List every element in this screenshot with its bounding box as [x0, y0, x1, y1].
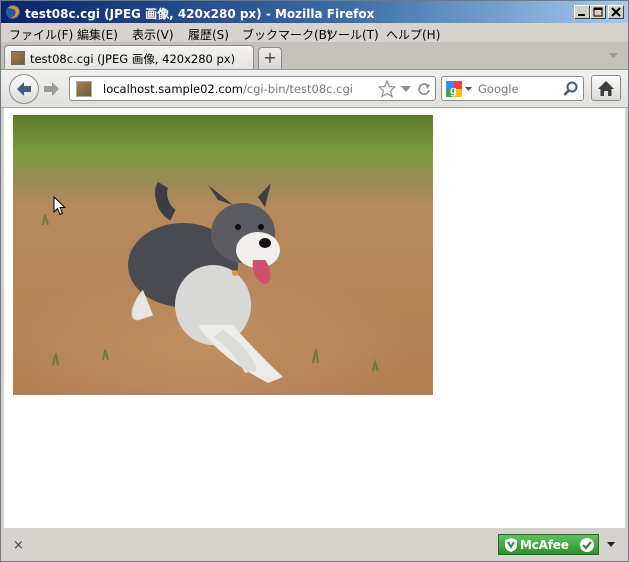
page-content: [4, 108, 625, 528]
menu-tools[interactable]: ツール(T): [326, 26, 379, 43]
browser-window: test08c.cgi (JPEG 画像, 420x280 px) - Mozi…: [0, 0, 629, 562]
firefox-icon: [6, 5, 20, 19]
minimize-button[interactable]: [574, 5, 590, 19]
tab-active[interactable]: test08c.cgi (JPEG 画像, 420x280 px): [4, 45, 254, 69]
mcafee-button[interactable]: McAfee: [498, 534, 599, 555]
url-path: /cgi-bin/test08c.cgi: [242, 82, 353, 96]
menu-file[interactable]: ファイル(F): [9, 26, 73, 43]
mcafee-shield-icon: [505, 538, 517, 552]
maximize-button[interactable]: [590, 5, 606, 19]
navigation-bar: localhost.sample02.com/cgi-bin/test08c.c…: [1, 70, 628, 108]
home-icon: [598, 81, 614, 96]
tab-title: test08c.cgi (JPEG 画像, 420x280 px): [30, 52, 236, 66]
search-box[interactable]: g Google: [441, 76, 584, 101]
menu-edit[interactable]: 編集(E): [77, 26, 118, 43]
mcafee-dropdown-icon[interactable]: [607, 542, 615, 547]
close-window-button[interactable]: [608, 5, 624, 19]
menu-help[interactable]: ヘルプ(H): [386, 26, 440, 43]
search-placeholder: Google: [478, 82, 519, 96]
status-bar: × McAfee: [1, 529, 628, 561]
url-bar[interactable]: localhost.sample02.com/cgi-bin/test08c.c…: [69, 76, 436, 101]
url-text: localhost.sample02.com/cgi-bin/test08c.c…: [103, 82, 353, 96]
menu-view[interactable]: 表示(V): [132, 26, 174, 43]
back-arrow-icon: [17, 82, 31, 96]
check-icon: [580, 538, 594, 552]
jpeg-image-dog: [13, 115, 433, 395]
url-dropdown-icon[interactable]: [401, 86, 411, 94]
close-findbar-button[interactable]: ×: [13, 538, 24, 553]
tab-strip: test08c.cgi (JPEG 画像, 420x280 px) +: [1, 42, 628, 70]
url-host: localhost.sample02.com: [103, 82, 243, 96]
close-icon: [611, 7, 621, 17]
maximize-icon: [593, 7, 603, 17]
search-icon[interactable]: [563, 81, 579, 97]
tab-favicon-icon: [11, 51, 25, 65]
svg-text:g: g: [450, 85, 457, 97]
new-tab-button[interactable]: +: [258, 47, 282, 69]
mouse-cursor-icon: [53, 196, 67, 216]
engine-dropdown-icon[interactable]: [465, 87, 472, 92]
back-button[interactable]: [9, 74, 39, 104]
tab-list-chevron-icon[interactable]: [609, 53, 618, 59]
google-icon: g: [446, 81, 462, 97]
reload-icon[interactable]: [417, 82, 431, 96]
minimize-icon: [578, 14, 585, 16]
menu-bookmarks[interactable]: ブックマーク(B): [242, 26, 332, 43]
home-button[interactable]: [591, 75, 621, 101]
mcafee-label: McAfee: [520, 538, 569, 552]
forward-arrow-icon[interactable]: [39, 79, 63, 99]
site-favicon-icon: [76, 81, 92, 97]
bookmark-star-icon[interactable]: [378, 80, 396, 98]
menu-bar: ファイル(F) 編集(E) 表示(V) 履歴(S) ブックマーク(B) ツール(…: [1, 23, 628, 42]
window-title: test08c.cgi (JPEG 画像, 420x280 px) - Mozi…: [25, 7, 375, 21]
title-bar[interactable]: test08c.cgi (JPEG 画像, 420x280 px) - Mozi…: [1, 1, 628, 23]
menu-history[interactable]: 履歴(S): [188, 26, 229, 43]
